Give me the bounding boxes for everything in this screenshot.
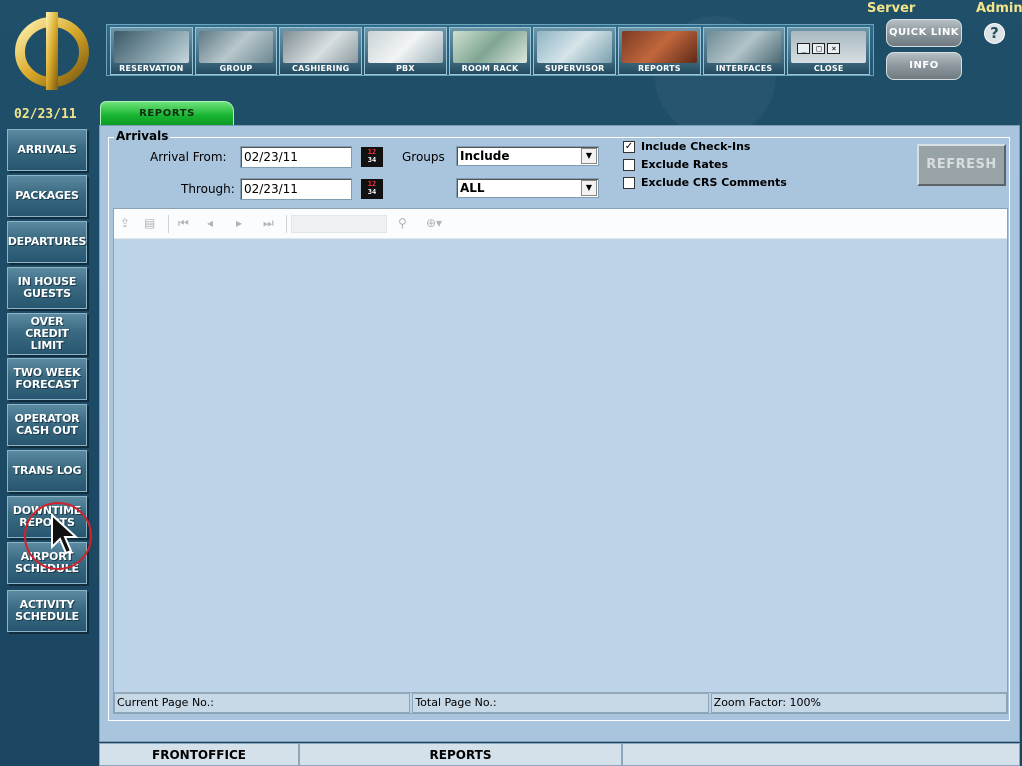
exclude-crs-label: Exclude CRS Comments [641,176,787,189]
interfaces-icon [706,31,782,63]
module-interfaces[interactable]: INTERFACES [702,27,786,75]
sidebar-item-two-week-forecast[interactable]: TWO WEEK FORECAST [7,358,87,400]
sidebar-item-packages[interactable]: PACKAGES [7,175,87,217]
module-bar: RESERVATION GROUP CASHIERING PBX ROOM RA… [106,24,874,76]
quick-link-button[interactable]: QUICK LINK [886,19,962,47]
module-room-rack[interactable]: ROOM RACK [448,27,532,75]
status-section: REPORTS [299,743,622,766]
groups-select[interactable]: Include ▼ [456,146,599,166]
close-glyph: × [827,43,841,54]
include-checkins-label: Include Check-Ins [641,140,751,153]
sidebar-item-activity-schedule[interactable]: ACTIVITY SCHEDULE [7,590,87,632]
find-icon[interactable]: ⚲ [398,216,407,230]
zoom-icon[interactable]: ⊕▾ [426,216,442,230]
room-rack-icon [452,31,528,63]
export-icon[interactable]: ⇪ [120,216,130,230]
phone-icon [368,31,443,63]
module-group[interactable]: GROUP [194,27,278,75]
calendar-digits-bottom: 34 [367,188,377,196]
module-cashiering[interactable]: CASHIERING [279,27,363,75]
calendar-icon[interactable]: 12 34 [361,179,383,199]
toolbar-divider [168,215,169,233]
chevron-down-icon[interactable]: ▼ [581,180,597,196]
module-close[interactable]: _ □ × CLOSE [787,27,871,75]
through-label: Through: [181,182,235,196]
sidebar-item-in-house-guests[interactable]: IN HOUSE GUESTS [7,267,87,309]
module-label: RESERVATION [119,64,184,73]
sidebar-item-arrivals[interactable]: ARRIVALS [7,129,87,171]
calendar-digits-top: 12 [367,180,377,188]
group-title: Arrivals [114,129,171,143]
previous-page-icon[interactable]: ◂ [207,216,213,230]
module-label: CASHIERING [292,64,350,73]
last-page-icon[interactable]: ⏭ [263,216,274,231]
include-checkins-option[interactable]: ✓ Include Check-Ins [623,140,750,153]
exclude-rates-label: Exclude Rates [641,158,729,171]
current-page-status: Current Page No.: [114,693,411,713]
exclude-crs-option[interactable]: Exclude CRS Comments [623,176,787,189]
module-reports[interactable]: REPORTS [618,27,701,75]
total-page-status: Total Page No.: [412,693,709,713]
arrival-from-label: Arrival From: [150,150,227,164]
groups-label: Groups [402,150,445,164]
first-page-icon[interactable]: ⏮ [178,216,189,231]
exclude-crs-checkbox[interactable] [623,176,635,189]
current-date: 02/23/11 [14,107,77,122]
server-label: Server [867,1,916,16]
exclude-rates-option[interactable]: Exclude Rates [623,158,728,171]
module-label: GROUP [219,64,253,73]
next-page-icon[interactable]: ▸ [236,216,242,230]
filter-select[interactable]: ALL ▼ [456,178,599,198]
chevron-down-icon[interactable]: ▼ [581,148,597,164]
zoom-status: Zoom Factor: 100% [710,693,1007,713]
group-icon [198,31,274,63]
module-pbx[interactable]: PBX [364,27,447,75]
cashiering-icon [283,31,359,63]
print-icon[interactable]: ▤ [144,216,155,230]
viewer-statusbar: Current Page No.: Total Page No.: Zoom F… [114,692,1007,713]
maximize-glyph: □ [812,43,826,54]
arrival-from-field[interactable]: 02/23/11 [240,146,352,168]
tab-reports[interactable]: REPORTS [100,101,234,125]
calendar-digits-bottom: 34 [367,156,377,164]
exclude-rates-checkbox[interactable] [623,158,635,171]
toolbar-divider [286,215,287,233]
hotel-logo [15,12,89,90]
module-label: INTERFACES [715,64,773,73]
status-extra [622,743,1020,766]
filter-select-value: ALL [460,181,485,195]
reservation-icon [114,31,189,63]
module-supervisor[interactable]: SUPERVISOR [533,27,617,75]
close-window-icon: _ □ × [791,31,867,63]
main-panel: Arrivals Arrival From: 02/23/11 12 34 Th… [99,125,1020,742]
reports-icon [622,31,697,63]
refresh-button[interactable]: REFRESH [917,144,1006,186]
module-label: CLOSE [813,64,844,73]
page-number-input[interactable] [291,215,387,233]
status-module: FRONTOFFICE [99,743,299,766]
help-icon[interactable]: ? [984,23,1005,44]
report-viewer: ⇪ ▤ ⏮ ◂ ▸ ⏭ ⚲ ⊕▾ Current Page No.: Total… [113,208,1008,714]
sidebar-item-departures[interactable]: DEPARTURES [7,221,87,263]
through-field[interactable]: 02/23/11 [240,178,352,200]
sidebar-item-trans-log[interactable]: TRANS LOG [7,450,87,492]
info-button[interactable]: INFO [886,52,962,80]
module-label: SUPERVISOR [544,64,605,73]
user-label: Admin [976,1,1022,16]
viewer-toolbar: ⇪ ▤ ⏮ ◂ ▸ ⏭ ⚲ ⊕▾ [114,209,1007,239]
bottom-status-bar: FRONTOFFICE REPORTS [99,743,1020,766]
include-checkins-checkbox[interactable]: ✓ [623,140,635,153]
minimize-glyph: _ [797,43,811,54]
module-label: ROOM RACK [461,64,519,73]
groups-select-value: Include [460,149,510,163]
module-label: REPORTS [638,64,681,73]
sidebar-item-over-credit-limit[interactable]: OVER CREDIT LIMIT [7,313,87,355]
module-reservation[interactable]: RESERVATION [110,27,193,75]
module-label: PBX [395,64,415,73]
sidebar-item-operator-cash-out[interactable]: OPERATOR CASH OUT [7,404,87,446]
calendar-icon[interactable]: 12 34 [361,147,383,167]
mouse-pointer-icon [51,513,78,555]
supervisor-icon [537,31,613,63]
calendar-digits-top: 12 [367,148,377,156]
